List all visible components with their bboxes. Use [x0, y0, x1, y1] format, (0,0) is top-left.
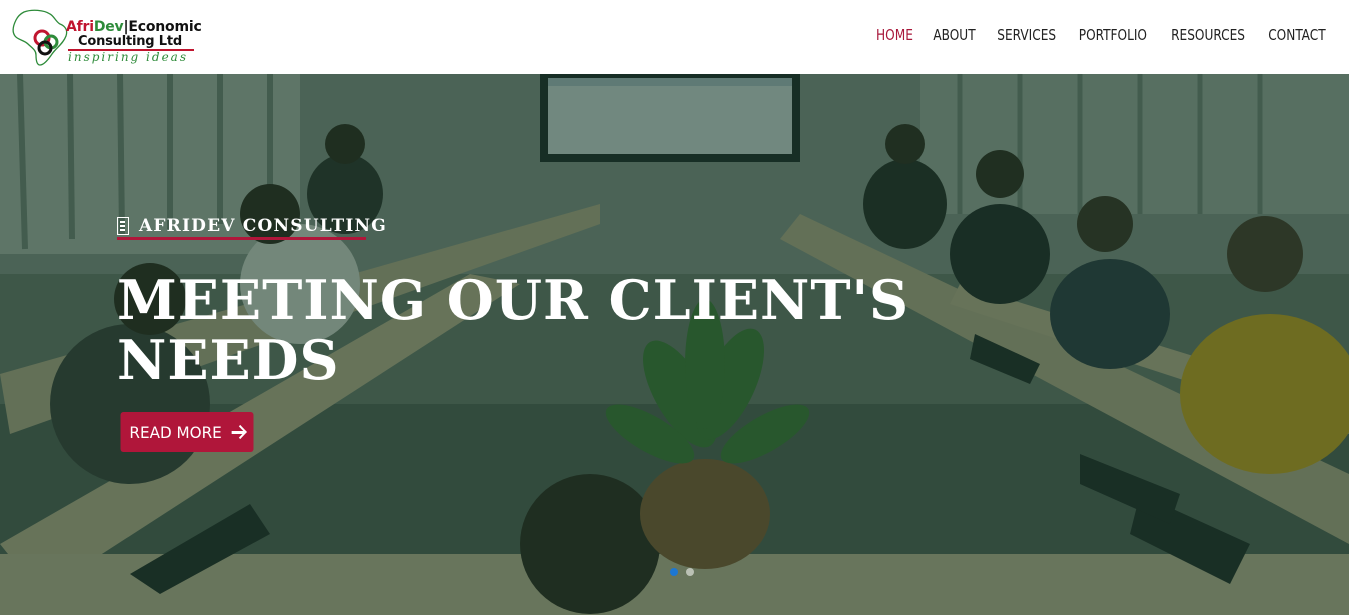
hero-eyebrow: AFRIDEV CONSULTING — [117, 216, 387, 236]
hero-headline: MEETING OUR CLIENT'S NEEDS — [117, 268, 910, 392]
main-nav: HOME ABOUT SERVICES PORTFOLIO RESOURCES … — [874, 26, 1329, 44]
slider-dot-2[interactable] — [686, 568, 694, 576]
logo-wordmark: AfriDev|Economic — [66, 19, 202, 35]
logo-subtitle: Consulting Ltd — [78, 34, 182, 49]
logo[interactable]: AfriDev|Economic Consulting Ltd inspirin… — [10, 8, 202, 68]
slider-dot-1[interactable] — [670, 568, 678, 576]
read-more-label: READ MORE — [129, 422, 222, 442]
nav-resources[interactable]: RESOURCES — [1171, 26, 1245, 44]
read-more-button[interactable]: READ MORE — [120, 412, 254, 452]
africa-map-icon — [12, 9, 68, 66]
nav-contact[interactable]: CONTACT — [1268, 26, 1325, 44]
hero-slider: AFRIDEV CONSULTING MEETING OUR CLIENT'S … — [0, 74, 1349, 615]
site-header: AfriDev|Economic Consulting Ltd inspirin… — [0, 0, 1349, 74]
logo-tagline: inspiring ideas — [68, 50, 188, 64]
hero-eyebrow-underline — [117, 237, 366, 240]
building-icon — [117, 217, 129, 235]
arrow-right-icon — [231, 425, 244, 439]
nav-about[interactable]: ABOUT — [933, 26, 975, 44]
nav-portfolio[interactable]: PORTFOLIO — [1079, 26, 1147, 44]
hero-eyebrow-text: AFRIDEV CONSULTING — [139, 216, 387, 236]
slider-dots — [670, 568, 694, 576]
nav-home[interactable]: HOME — [876, 26, 913, 44]
nav-services[interactable]: SERVICES — [997, 26, 1056, 44]
